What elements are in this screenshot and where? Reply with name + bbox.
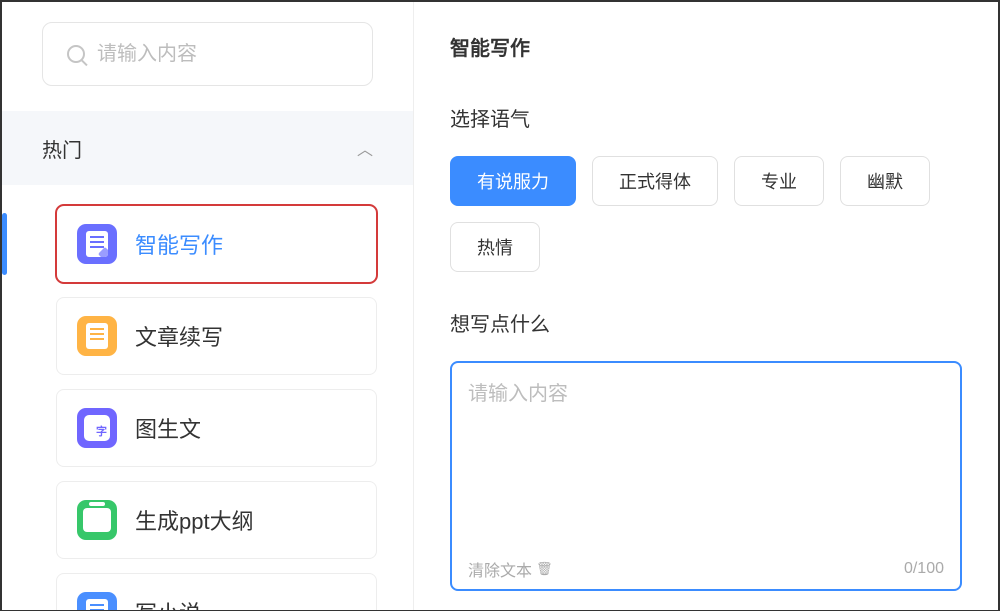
- tone-btn-enthusiastic[interactable]: 热情: [450, 222, 540, 272]
- menu-label: 智能写作: [135, 228, 223, 260]
- doc-icon: [77, 316, 117, 356]
- menu-item-image-to-text[interactable]: 图生文: [56, 389, 377, 467]
- char-counter: 0/100: [904, 560, 944, 578]
- doc-icon: [77, 592, 117, 610]
- search-box[interactable]: [42, 22, 373, 86]
- tone-btn-persuasive[interactable]: 有说服力: [450, 156, 576, 206]
- active-indicator: [2, 213, 7, 275]
- tone-btn-formal[interactable]: 正式得体: [592, 156, 718, 206]
- category-header[interactable]: 热门 ︿: [2, 111, 413, 185]
- tone-btn-professional[interactable]: 专业: [734, 156, 824, 206]
- ppt-icon: [77, 500, 117, 540]
- menu-list: 智能写作 文章续写 图生文 生成ppt大纲 写小说: [2, 205, 413, 610]
- content-section-label: 想写点什么: [450, 308, 962, 337]
- menu-label: 图生文: [135, 412, 201, 444]
- doc-edit-icon: [77, 224, 117, 264]
- category-title: 热门: [42, 134, 82, 163]
- menu-label: 写小说: [135, 596, 201, 610]
- tone-buttons: 有说服力 正式得体 专业 幽默 热情: [450, 156, 962, 272]
- clear-button[interactable]: 清除文本 🗑: [468, 557, 553, 581]
- menu-label: 生成ppt大纲: [135, 504, 254, 536]
- tone-btn-humorous[interactable]: 幽默: [840, 156, 930, 206]
- menu-item-ppt-outline[interactable]: 生成ppt大纲: [56, 481, 377, 559]
- image-text-icon: [77, 408, 117, 448]
- main-panel: 智能写作 选择语气 有说服力 正式得体 专业 幽默 热情 想写点什么 清除文本 …: [414, 2, 998, 610]
- content-textarea[interactable]: [468, 377, 944, 557]
- content-footer: 清除文本 🗑 0/100: [468, 557, 944, 581]
- content-area: 清除文本 🗑 0/100: [450, 361, 962, 591]
- sidebar: 热门 ︿ 智能写作 文章续写 图生文 生成ppt大纲 写小说: [2, 2, 414, 610]
- search-icon: [67, 45, 85, 63]
- menu-item-write-novel[interactable]: 写小说: [56, 573, 377, 610]
- search-input[interactable]: [97, 43, 348, 66]
- chevron-up-icon: ︿: [357, 136, 373, 160]
- trash-icon: 🗑: [536, 561, 553, 577]
- menu-item-continue-writing[interactable]: 文章续写: [56, 297, 377, 375]
- menu-item-smart-writing[interactable]: 智能写作: [56, 205, 377, 283]
- clear-label: 清除文本: [468, 557, 532, 581]
- page-title: 智能写作: [450, 32, 962, 61]
- tone-section-label: 选择语气: [450, 103, 962, 132]
- menu-label: 文章续写: [135, 320, 223, 352]
